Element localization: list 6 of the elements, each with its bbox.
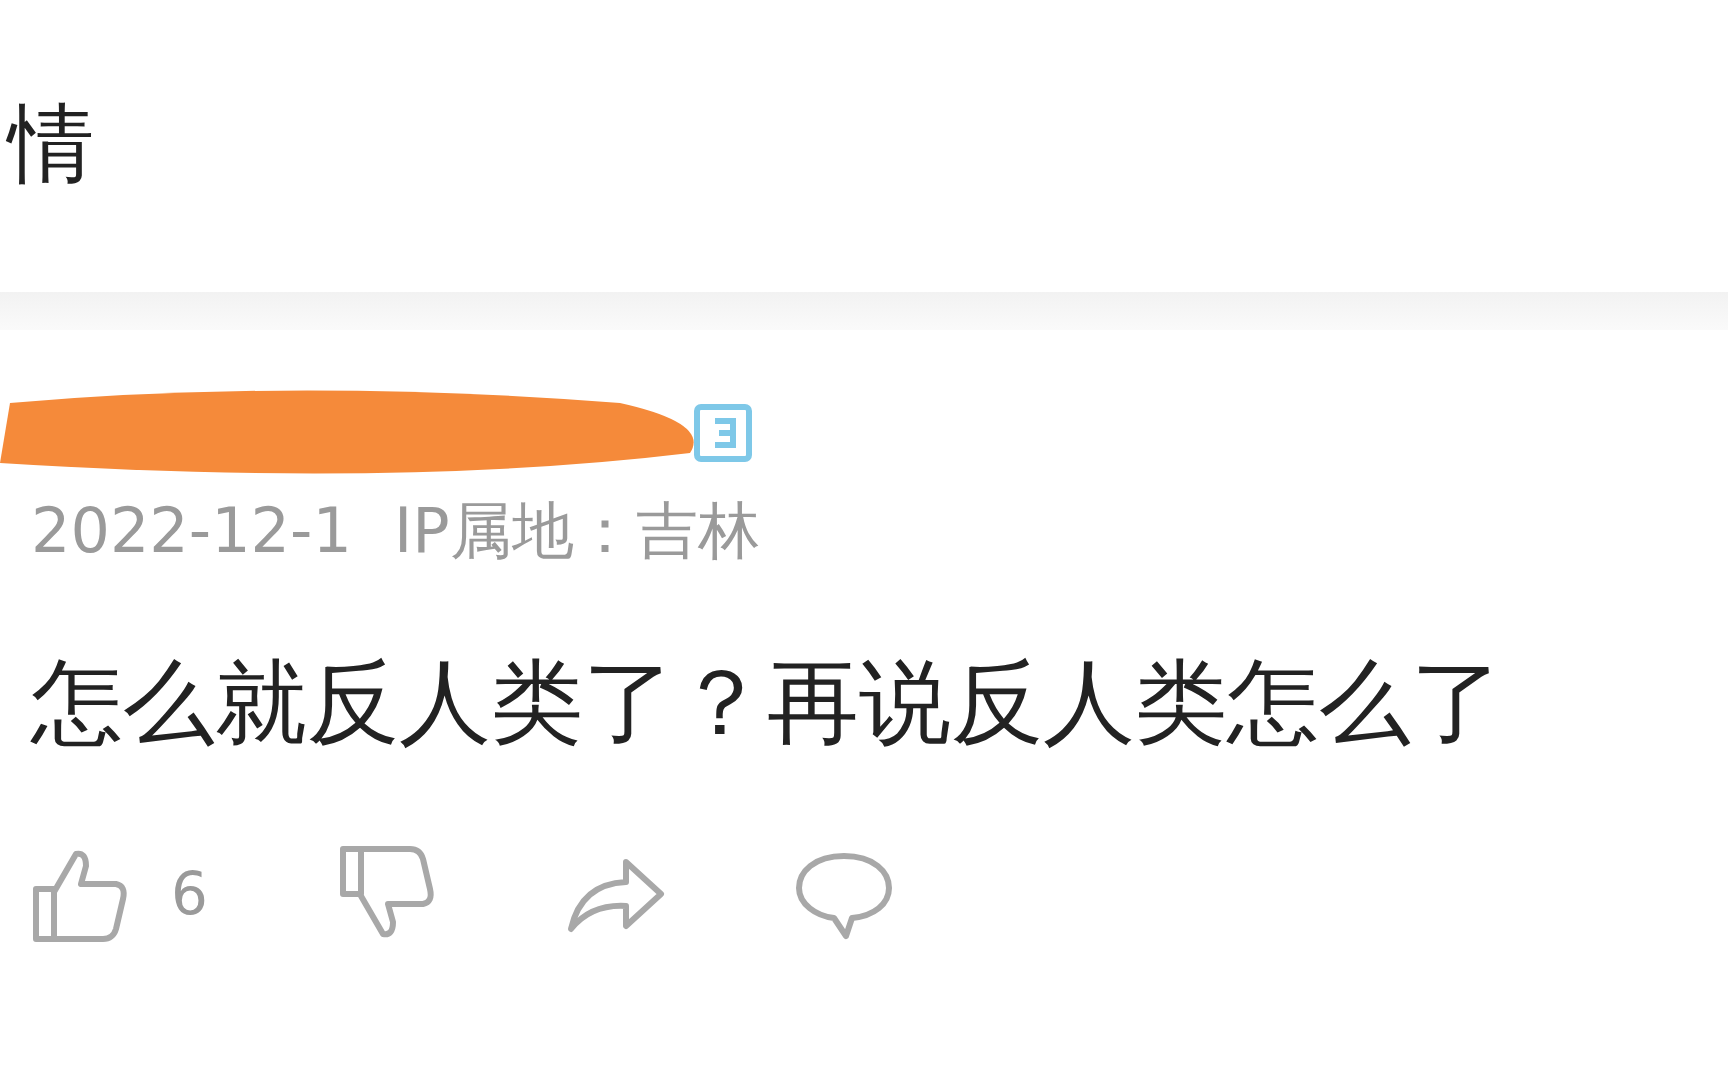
page-title: 情 xyxy=(8,96,94,191)
comment-text: 怎么就反人类了？再说反人类怎么了 xyxy=(31,648,1504,759)
like-count: 6 xyxy=(171,859,208,928)
comment-date: 2022-12-1 xyxy=(31,494,352,569)
badge-icon xyxy=(693,403,753,463)
ip-location: IP属地：吉林 xyxy=(393,494,760,569)
